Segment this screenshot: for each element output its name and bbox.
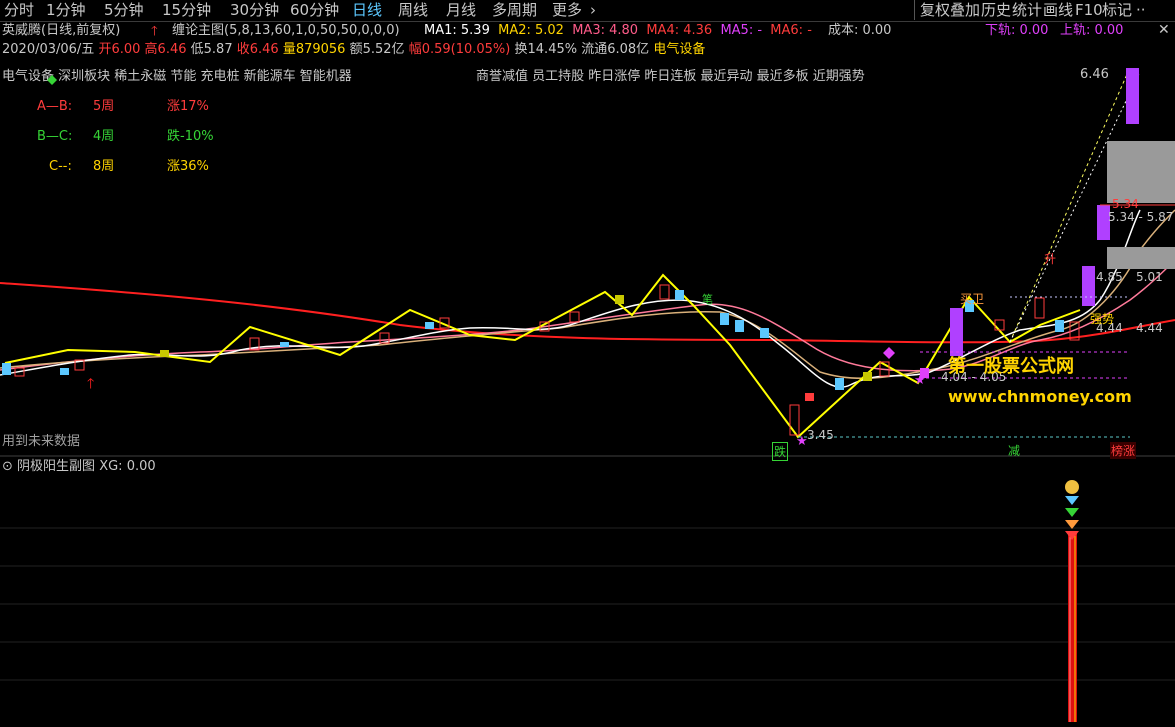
signal-triangle-icon <box>1065 496 1079 505</box>
sub-chart-xg: XG: 0.00 <box>99 459 156 474</box>
candle <box>615 295 624 304</box>
candle <box>675 290 684 300</box>
buy-arrow-icon: 🡑 <box>87 376 94 392</box>
candle <box>160 350 169 357</box>
sub-chart-toggle-icon[interactable]: ⊙ <box>2 459 13 474</box>
star-marker-icon: ★ <box>796 434 808 449</box>
badge-bangzhang: 榜涨 <box>1110 442 1137 459</box>
candle <box>659 284 670 300</box>
candle <box>950 308 963 356</box>
support-zone <box>1107 247 1175 269</box>
label-range-444: 4.44 <box>1136 321 1163 335</box>
projection-line <box>1009 71 1129 343</box>
candle <box>863 372 872 381</box>
candle <box>789 404 800 436</box>
candle <box>425 322 434 329</box>
sub-chart-title[interactable]: 阴极阳生副图 <box>17 459 95 474</box>
candle <box>1082 266 1095 306</box>
badge-jian: 减 <box>1008 444 1021 458</box>
label-high-price: 6.46 <box>1080 67 1109 82</box>
label-mai: 买卫 <box>960 292 985 306</box>
resistance-zone <box>1107 141 1175 203</box>
candle <box>720 313 729 325</box>
label-range-534: 5.34 - 5.87 <box>1108 210 1174 224</box>
label-price-534: 5.34 <box>1112 197 1139 211</box>
candle <box>835 378 844 390</box>
star-marker-icon-2: ★ <box>914 373 926 388</box>
label-qiangshi: 强势 <box>1090 312 1115 326</box>
candle <box>280 342 289 347</box>
watermark-line1: 第一股票公式网 <box>948 356 1074 377</box>
money-bag-icon <box>1065 480 1079 494</box>
candle <box>735 320 744 332</box>
candle <box>1055 320 1064 332</box>
candle <box>60 368 69 375</box>
candle <box>2 363 11 375</box>
sub-chart-header: ⊙ 阴极阳生副图 XG: 0.00 <box>2 459 156 475</box>
candle <box>1126 68 1139 124</box>
label-low-price: 3.45 <box>807 428 834 442</box>
candle <box>760 328 769 338</box>
candle <box>569 311 580 323</box>
badge-die: 跌 <box>772 442 789 461</box>
ma4-line <box>0 282 1175 344</box>
label-sheng: 升 <box>1044 252 1057 266</box>
signal-triangle-icon-2 <box>1065 508 1079 517</box>
label-range-501: 5.01 <box>1136 270 1163 284</box>
diamond-marker-icon-2 <box>47 75 57 85</box>
diamond-marker-icon <box>883 347 895 359</box>
signal-bar <box>1068 532 1077 722</box>
label-bi: 笔 <box>702 293 713 306</box>
future-data-note: 用到未来数据 <box>2 434 81 449</box>
candle <box>805 393 814 401</box>
watermark-line2: www.chnmoney.com <box>948 387 1132 406</box>
candle <box>1034 297 1045 319</box>
label-price-485: 4.85 <box>1096 270 1123 284</box>
